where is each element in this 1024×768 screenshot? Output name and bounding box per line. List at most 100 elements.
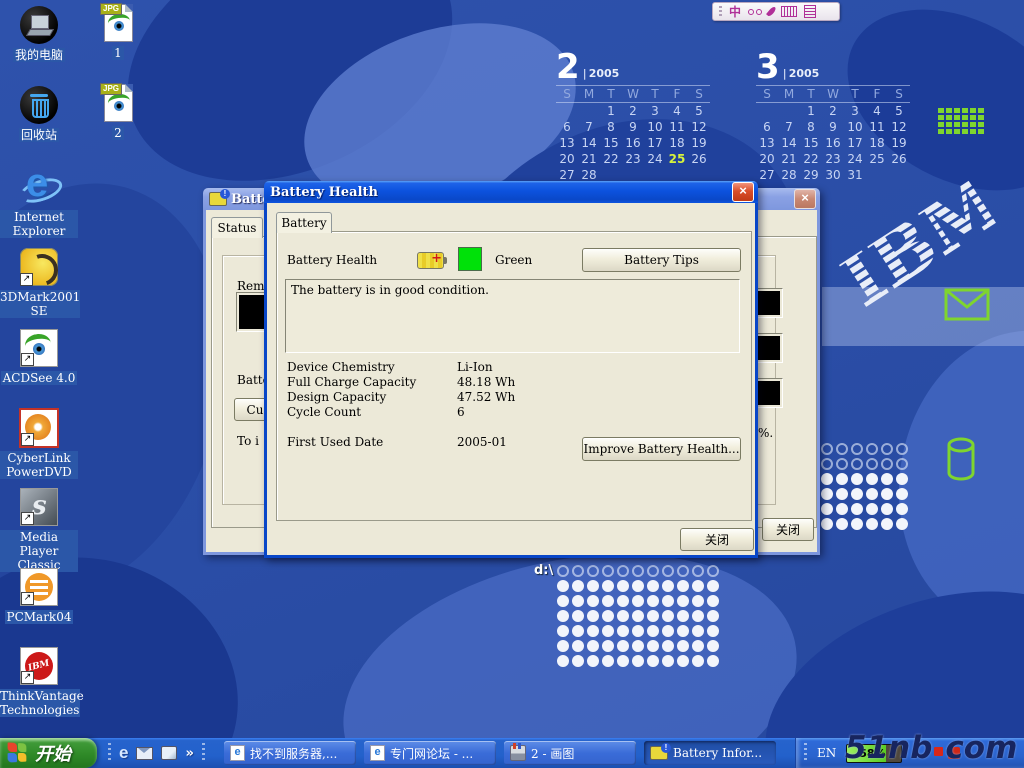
- wallpaper-dot: [821, 503, 833, 515]
- calendar-day: 27: [756, 167, 778, 183]
- taskbar-button-label: 2 - 画图: [531, 745, 574, 762]
- calendar-day: 11: [666, 119, 688, 135]
- taskbar-button-3[interactable]: 2 - 画图: [504, 741, 636, 765]
- ime-punctuation-icon[interactable]: [748, 9, 762, 15]
- wallpaper-dot: [707, 565, 719, 577]
- calendar-weekday: S: [888, 86, 910, 102]
- ime-menu-icon[interactable]: [804, 5, 816, 18]
- cylinder-icon: [946, 436, 976, 482]
- battery-cell-box: [755, 288, 783, 318]
- ime-chinese-mode-icon[interactable]: 中: [729, 5, 741, 19]
- dialog-titlebar[interactable]: Battery Health ×: [264, 181, 758, 203]
- calendar-day: 15: [600, 135, 622, 151]
- wallpaper-dot: [572, 580, 584, 592]
- info-label: First Used Date: [287, 435, 457, 450]
- calendar-day: 8: [600, 119, 622, 135]
- calendar-day: 20: [756, 151, 778, 167]
- dialog-close-button[interactable]: 关闭: [680, 528, 754, 551]
- desktop-icon-my-computer[interactable]: 我的电脑: [0, 4, 78, 62]
- calendar-day: 25: [666, 151, 688, 167]
- close-icon[interactable]: ×: [732, 182, 754, 202]
- calendar-day: 19: [888, 135, 910, 151]
- windows-logo-icon: [8, 742, 28, 763]
- wallpaper-dot: [632, 625, 644, 637]
- wallpaper-dot: [836, 488, 848, 500]
- wallpaper-dot: [821, 473, 833, 485]
- wallpaper-dot: [707, 610, 719, 622]
- calendar-weekday: M: [578, 86, 600, 102]
- ie-page-icon: e: [230, 745, 245, 761]
- calendar-day: 1: [600, 103, 622, 119]
- jpg-file-icon: JPG: [100, 2, 136, 44]
- desktop-file-jpg[interactable]: JPG1: [96, 2, 140, 60]
- desktop-file-jpg[interactable]: JPG2: [96, 82, 140, 140]
- ime-language-bar[interactable]: 中: [712, 2, 840, 21]
- wallpaper-dot: [707, 580, 719, 592]
- calendar-day: 7: [778, 119, 800, 135]
- wallpaper-dot: [851, 443, 863, 455]
- wallpaper-dot: [602, 580, 614, 592]
- calendar-day: 14: [778, 135, 800, 151]
- quick-launch-overflow[interactable]: »: [185, 746, 193, 761]
- wallpaper-dot: [677, 625, 689, 637]
- calendar-day: 21: [778, 151, 800, 167]
- calendar-day: 21: [578, 151, 600, 167]
- calendar-day: 15: [800, 135, 822, 151]
- media-player-classic-icon: s↗: [20, 488, 58, 526]
- desktop-icon-powerdvd[interactable]: ↗CyberLink PowerDVD: [0, 407, 78, 479]
- condition-textbox[interactable]: The battery is in good condition.: [285, 279, 740, 353]
- wallpaper-dot: [557, 655, 569, 667]
- calendar-weekday: M: [778, 86, 800, 102]
- wallpaper-dot: [557, 610, 569, 622]
- improve-battery-health-button[interactable]: Improve Battery Health...: [582, 437, 741, 461]
- desktop-icon-mpc[interactable]: s↗Media Player Classic: [0, 486, 78, 572]
- info-value: Li-Ion: [457, 360, 493, 375]
- tab-status[interactable]: Status: [211, 217, 263, 238]
- desktop-icon-label: 我的电脑: [13, 48, 65, 62]
- calendar-day: 3: [844, 103, 866, 119]
- calendar-year: 2005: [783, 67, 820, 82]
- ime-drag-handle[interactable]: [719, 6, 722, 17]
- desktop-icon-ie[interactable]: eInternet Explorer: [0, 166, 78, 238]
- desktop-icon-acdsee[interactable]: ↗ACDSee 4.0: [0, 327, 78, 385]
- taskbar-button-2[interactable]: e专门网论坛 - ...: [364, 741, 496, 765]
- wallpaper-dot: [896, 488, 908, 500]
- tab-battery[interactable]: Battery: [276, 212, 332, 233]
- wallpaper-dot: [851, 503, 863, 515]
- toolbar-separator: [804, 743, 807, 763]
- calendar-weekday: W: [822, 86, 844, 102]
- wallpaper-dot: [692, 610, 704, 622]
- ime-brush-icon[interactable]: [766, 6, 777, 18]
- battery-tips-button[interactable]: Battery Tips: [582, 248, 741, 272]
- calendar-day: 1: [800, 103, 822, 119]
- wallpaper-dot: [851, 518, 863, 530]
- ime-keyboard-icon[interactable]: [781, 6, 797, 17]
- desktop-icon-3dmark[interactable]: ↗3DMark2001 SE: [0, 246, 78, 318]
- ie-quicklaunch-icon[interactable]: e: [119, 743, 128, 763]
- desktop-icon-label: ThinkVantage Technologies: [0, 689, 80, 717]
- health-status-text: Green: [495, 253, 532, 267]
- taskbar-button-label: Battery Infor...: [673, 746, 762, 760]
- wallpaper-dot: [557, 595, 569, 607]
- wallpaper-dot: [602, 565, 614, 577]
- taskbar-button-4[interactable]: !Battery Infor...: [644, 741, 776, 765]
- outlook-express-icon[interactable]: [136, 747, 153, 760]
- calendar-day: 10: [844, 119, 866, 135]
- jpg-file-icon: JPG: [100, 82, 136, 124]
- desktop-icon-thinkvantage[interactable]: IBM↗ThinkVantage Technologies: [0, 645, 78, 717]
- desktop-icon-recycle-bin[interactable]: 回收站: [0, 84, 78, 142]
- show-desktop-icon[interactable]: [161, 746, 177, 760]
- wallpaper-dot: [851, 488, 863, 500]
- taskbar-button-1[interactable]: e找不到服务器,...: [224, 741, 356, 765]
- calendar-weekday: T: [800, 86, 822, 102]
- wallpaper-dot: [677, 580, 689, 592]
- desktop-icon-pcmark[interactable]: ↗PCMark04: [0, 566, 78, 624]
- window-close-button[interactable]: 关闭: [762, 518, 814, 541]
- start-button[interactable]: 开始: [0, 738, 97, 768]
- wallpaper-dot: [647, 640, 659, 652]
- envelope-icon: [944, 288, 990, 322]
- calendar-day: 6: [556, 119, 578, 135]
- close-icon[interactable]: ×: [794, 189, 816, 209]
- wallpaper-dot: [896, 473, 908, 485]
- language-indicator[interactable]: EN: [817, 746, 836, 760]
